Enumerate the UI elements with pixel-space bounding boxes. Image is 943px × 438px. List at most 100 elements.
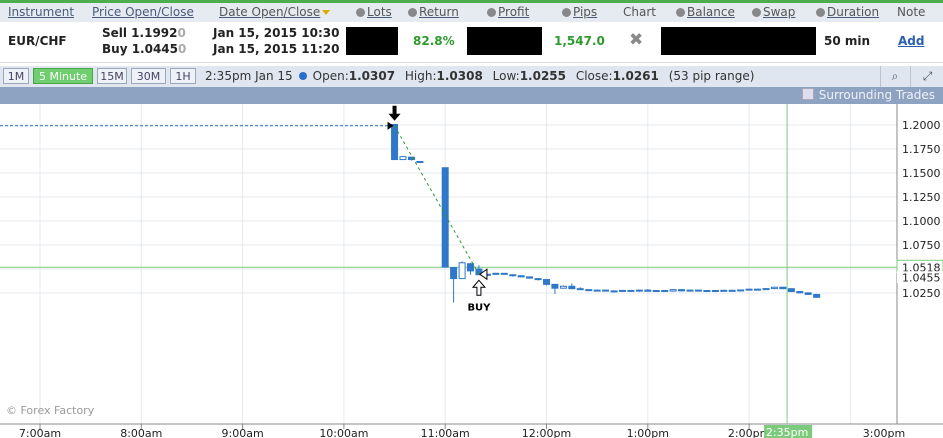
col-note: Note bbox=[897, 5, 926, 19]
tf-1m-button[interactable]: 1M bbox=[3, 68, 29, 84]
info-icon bbox=[408, 8, 417, 17]
col-lots[interactable]: Lots bbox=[356, 5, 392, 19]
candle bbox=[534, 278, 542, 281]
candle bbox=[627, 289, 635, 292]
trade-date-close: Jan 15, 2015 11:20 bbox=[213, 42, 340, 56]
candle bbox=[754, 288, 762, 291]
x-tick-label: 7:00am bbox=[19, 427, 61, 438]
x-tick-label: 8:00am bbox=[120, 427, 162, 438]
candle bbox=[770, 286, 778, 290]
candle bbox=[399, 156, 407, 161]
candle bbox=[467, 263, 475, 272]
y-tick-label: 1.1750 bbox=[902, 143, 941, 156]
time-marker-label: 2:35pm bbox=[766, 426, 808, 438]
info-icon bbox=[562, 8, 571, 17]
col-instrument[interactable]: Instrument bbox=[8, 5, 74, 19]
watermark: © Forex Factory bbox=[6, 404, 95, 417]
x-tick-label: 2:00pm bbox=[728, 427, 770, 438]
candle bbox=[450, 267, 458, 280]
candle bbox=[737, 289, 745, 292]
x-tick-label: 10:00am bbox=[319, 427, 368, 438]
x-tick-label: 1:00pm bbox=[627, 427, 669, 438]
candle bbox=[787, 288, 795, 293]
candle bbox=[745, 288, 753, 291]
col-balance[interactable]: Balance bbox=[676, 5, 735, 19]
col-price[interactable]: Price Open/Close bbox=[92, 5, 194, 19]
add-note-link[interactable]: Add bbox=[898, 34, 924, 48]
col-date[interactable]: Date Open/Close bbox=[219, 5, 331, 19]
candle bbox=[559, 285, 567, 289]
expand-icon[interactable]: ⤢ bbox=[910, 66, 943, 87]
y-tick-label: 1.1000 bbox=[902, 215, 941, 228]
current-price-label-2: 1.0455 bbox=[902, 271, 941, 284]
col-duration[interactable]: Duration bbox=[816, 5, 879, 19]
y-tick-label: 1.0750 bbox=[902, 239, 941, 252]
col-pips[interactable]: Pips bbox=[562, 5, 597, 19]
candle bbox=[441, 167, 449, 268]
buy-label: BUY bbox=[467, 302, 491, 313]
candle bbox=[602, 289, 610, 292]
col-return[interactable]: Return bbox=[408, 5, 459, 19]
candle bbox=[661, 290, 669, 293]
trade-row[interactable]: EUR/CHF Sell 1.19920 Buy 1.04450 Jan 15,… bbox=[0, 22, 943, 63]
candle bbox=[576, 288, 584, 291]
candle bbox=[669, 289, 677, 292]
column-header-bar: Instrument Price Open/Close Date Open/Cl… bbox=[0, 0, 943, 22]
trade-sell: Sell 1.19920 bbox=[102, 26, 186, 40]
candle bbox=[796, 291, 804, 294]
col-profit[interactable]: Profit bbox=[487, 5, 529, 19]
info-icon bbox=[752, 8, 761, 17]
trade-date-open: Jan 15, 2015 10:30 bbox=[213, 26, 340, 40]
trade-duration: 50 min bbox=[824, 34, 871, 48]
tf-5m-button[interactable]: 5 Minute bbox=[33, 68, 93, 84]
x-tick-label: 9:00am bbox=[222, 427, 264, 438]
candle bbox=[618, 289, 626, 292]
y-tick-label: 1.0250 bbox=[902, 287, 941, 300]
toolbar-info: 2:35pm Jan 15 Open:1.0307 High:1.0308 Low… bbox=[205, 69, 755, 83]
search-icon[interactable]: ⌕ bbox=[880, 66, 909, 87]
checkbox-icon[interactable] bbox=[801, 88, 814, 100]
candle bbox=[720, 289, 728, 292]
candle bbox=[694, 289, 702, 292]
candle bbox=[804, 292, 812, 295]
price-chart[interactable]: 1.20001.17501.15001.12501.10001.07501.05… bbox=[0, 104, 943, 438]
y-tick-label: 1.1500 bbox=[902, 167, 941, 180]
trade-pair: EUR/CHF bbox=[8, 34, 67, 48]
trade-pips: 1,547.0 bbox=[554, 34, 605, 48]
candle bbox=[526, 276, 534, 279]
candle bbox=[458, 262, 466, 280]
surrounding-trades-toggle[interactable]: Surrounding Trades bbox=[801, 88, 935, 102]
col-chart: Chart bbox=[623, 5, 656, 19]
y-tick-label: 1.1250 bbox=[902, 191, 941, 204]
candle bbox=[500, 272, 508, 275]
candle bbox=[635, 289, 643, 292]
candle bbox=[728, 289, 736, 292]
candle bbox=[813, 293, 821, 298]
info-icon bbox=[676, 8, 685, 17]
trade-return: 82.8% bbox=[413, 34, 455, 48]
candle bbox=[652, 290, 660, 293]
x-tick-label: 11:00am bbox=[421, 427, 470, 438]
close-chart-icon[interactable]: ✖ bbox=[629, 30, 643, 50]
x-tick-label-last: 3:00pm bbox=[863, 427, 905, 438]
tf-15m-button[interactable]: 15M bbox=[97, 68, 127, 84]
x-tick-label: 12:00pm bbox=[522, 427, 571, 438]
candle bbox=[391, 124, 399, 161]
info-icon bbox=[356, 8, 365, 17]
candle bbox=[509, 274, 517, 277]
candle bbox=[517, 275, 525, 278]
info-icon bbox=[816, 8, 825, 17]
lots-redacted bbox=[346, 27, 398, 55]
candle bbox=[703, 290, 711, 293]
trade-buy: Buy 1.04450 bbox=[102, 42, 187, 56]
col-swap[interactable]: Swap bbox=[752, 5, 795, 19]
chart-toolbar: 1M 5 Minute 15M 30M 1H 2:35pm Jan 15 Open… bbox=[0, 66, 943, 88]
tf-1h-button[interactable]: 1H bbox=[170, 68, 196, 84]
info-icon bbox=[487, 8, 496, 17]
candle bbox=[762, 288, 770, 291]
profit-redacted bbox=[467, 27, 542, 55]
tf-30m-button[interactable]: 30M bbox=[131, 68, 166, 84]
candle bbox=[568, 285, 576, 290]
candle bbox=[551, 283, 559, 289]
y-tick-label: 1.2000 bbox=[902, 119, 941, 132]
